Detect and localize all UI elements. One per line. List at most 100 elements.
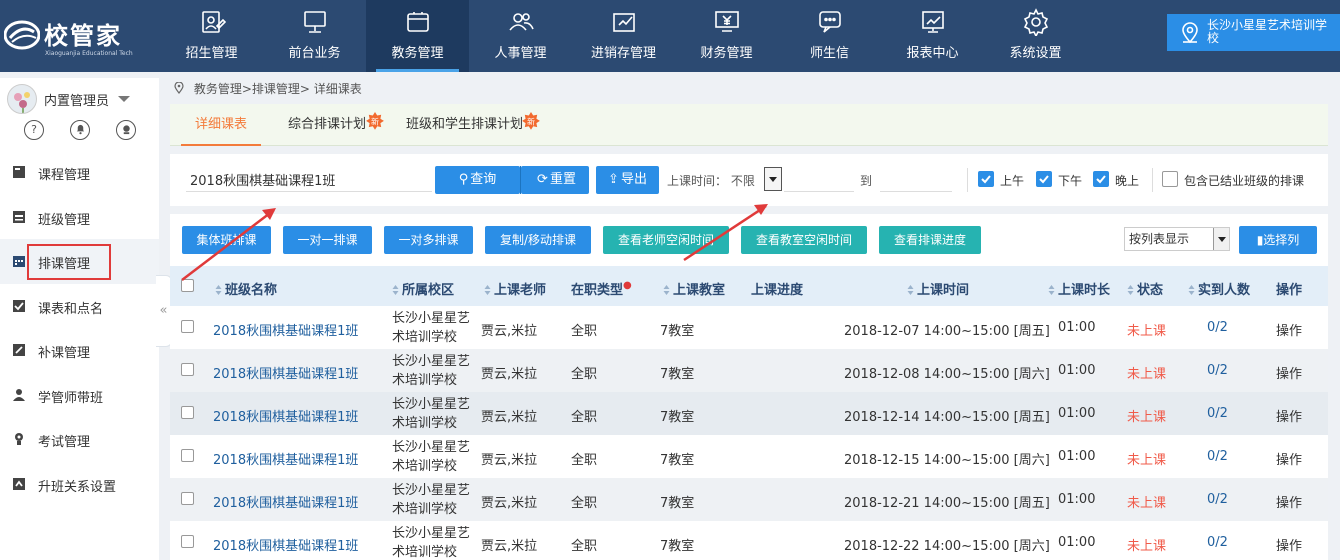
active-nav-indicator — [376, 69, 459, 72]
morning-checkbox[interactable] — [978, 171, 994, 187]
sidebar-item-makeup[interactable]: 补课管理 — [0, 328, 159, 373]
nav-finance[interactable]: 财务管理 — [675, 0, 778, 72]
breadcrumb: 教务管理>排课管理> 详细课表 — [174, 80, 362, 97]
nav-inventory[interactable]: 进销存管理 — [572, 0, 675, 72]
afternoon-checkbox[interactable] — [1036, 171, 1052, 187]
class-name-link[interactable]: 2018秋围棋基础课程1班 — [213, 492, 358, 511]
column-header-teacher[interactable]: 上课老师 — [484, 279, 546, 298]
select-columns-button[interactable]: ▮选择列 — [1239, 226, 1317, 254]
nav-hr[interactable]: 人事管理 — [469, 0, 572, 72]
time-cell: 2018-12-07 14:00~15:00 [周五] — [844, 324, 1050, 339]
search-panel: ⚲查询 » ⟳重置 ⇪导出 上课时间： 不限 到 上午 下午 晚上 包含已结业班… — [170, 154, 1328, 206]
nav-reports[interactable]: 报表中心 — [881, 0, 984, 72]
top-navigation-bar: 校管家 Xiaoguanjia Educational Tech 招生管理 前台… — [0, 0, 1340, 72]
row-checkbox[interactable] — [181, 492, 194, 505]
attendance-link[interactable]: 0/2 — [1207, 449, 1228, 464]
classroom-free-time-button[interactable]: 查看教室空闲时间 — [741, 226, 867, 254]
column-header-progress[interactable]: 上课进度 — [751, 279, 803, 298]
sidebar-item-exam[interactable]: 考试管理 — [0, 417, 159, 462]
job-type-cell: 全职 — [571, 453, 598, 468]
sidebar-item-timetable[interactable]: 课表和点名 — [0, 284, 159, 329]
one-to-many-schedule-button[interactable]: 一对多排课 — [384, 226, 473, 254]
view-mode-select[interactable]: 按列表显示 — [1124, 227, 1230, 251]
time-dropdown[interactable] — [764, 167, 782, 191]
divider — [967, 168, 968, 192]
sidebar-item-tutor[interactable]: 学管师带班 — [0, 373, 159, 418]
tutor-icon — [13, 388, 25, 401]
row-ops-menu[interactable]: 操作 — [1276, 406, 1302, 425]
course-icon — [13, 166, 25, 178]
column-header-class-name[interactable]: 班级名称 — [215, 279, 277, 298]
row-checkbox[interactable] — [181, 363, 194, 376]
reset-button[interactable]: ⟳ 重置 — [524, 166, 589, 194]
tab-comprehensive-plan[interactable]: 综合排课计划 — [288, 104, 366, 146]
row-ops-menu[interactable]: 操作 — [1276, 320, 1302, 339]
nav-label: 报表中心 — [906, 46, 959, 61]
row-ops-menu[interactable]: 操作 — [1276, 363, 1302, 382]
column-header-duration[interactable]: 上课时长 — [1048, 279, 1110, 298]
sidebar-item-class[interactable]: 班级管理 — [0, 195, 159, 240]
attendance-link[interactable]: 0/2 — [1207, 363, 1228, 378]
teacher-cell: 贾云,米拉 — [481, 496, 538, 511]
logo[interactable]: 校管家 Xiaoguanjia Educational Tech — [4, 10, 154, 60]
nav-enrollment[interactable]: 招生管理 — [160, 0, 263, 72]
sidebar-menu: 课程管理 班级管理 排课管理 课表和点名 补课管理 学管师带班 考试管理 升班关… — [0, 150, 159, 506]
group-class-schedule-button[interactable]: 集体班排课 — [182, 226, 271, 254]
row-ops-menu[interactable]: 操作 — [1276, 535, 1302, 554]
attendance-link[interactable]: 0/2 — [1207, 492, 1228, 507]
row-checkbox[interactable] — [181, 320, 194, 333]
user-menu-caret-icon[interactable] — [118, 96, 130, 102]
sidebar: 内置管理员 ? 课程管理 班级管理 排课管理 课表和点名 补课管理 学管师带班 … — [0, 78, 159, 560]
start-date-input[interactable] — [784, 168, 854, 192]
include-finished-checkbox[interactable] — [1162, 171, 1178, 187]
tab-detail-schedule[interactable]: 详细课表 — [181, 104, 262, 146]
column-header-time[interactable]: 上课时间 — [907, 279, 969, 298]
search-input[interactable] — [186, 168, 432, 192]
user-name[interactable]: 内置管理员 — [44, 90, 109, 109]
nav-settings[interactable]: 系统设置 — [984, 0, 1087, 72]
column-header-attendance[interactable]: 实到人数 — [1188, 279, 1250, 298]
class-name-link[interactable]: 2018秋围棋基础课程1班 — [213, 535, 358, 554]
nav-academic[interactable]: 教务管理 — [366, 0, 469, 72]
avatar[interactable] — [7, 84, 37, 114]
nav-label: 系统设置 — [1009, 46, 1062, 61]
column-header-campus[interactable]: 所属校区 — [392, 279, 454, 298]
customer-service-icon[interactable] — [116, 120, 136, 140]
row-ops-menu[interactable]: 操作 — [1276, 492, 1302, 511]
class-name-link[interactable]: 2018秋围棋基础课程1班 — [213, 320, 358, 339]
attendance-link[interactable]: 0/2 — [1207, 535, 1228, 550]
attendance-link[interactable]: 0/2 — [1207, 406, 1228, 421]
sidebar-item-upgrade[interactable]: 升班关系设置 — [0, 462, 159, 507]
status-badge: 未上课 — [1127, 539, 1167, 554]
column-header-status[interactable]: 状态 — [1127, 279, 1163, 298]
class-name-link[interactable]: 2018秋围棋基础课程1班 — [213, 449, 358, 468]
evening-checkbox[interactable] — [1093, 171, 1109, 187]
job-type-cell: 全职 — [571, 539, 598, 554]
sidebar-item-scheduling[interactable]: 排课管理 — [0, 239, 159, 284]
query-button[interactable]: ⚲ 查询 — [435, 166, 520, 194]
sidebar-item-course[interactable]: 课程管理 — [0, 150, 159, 195]
row-checkbox[interactable] — [181, 535, 194, 548]
nav-messages[interactable]: 师生信 — [778, 0, 881, 72]
export-button[interactable]: ⇪ 导出 — [596, 166, 659, 194]
row-checkbox[interactable] — [181, 449, 194, 462]
help-icon[interactable]: ? — [24, 120, 44, 140]
row-checkbox[interactable] — [181, 406, 194, 419]
tab-class-student-plan[interactable]: 班级和学生排课计划 — [406, 104, 523, 146]
notification-bell-icon[interactable] — [70, 120, 90, 140]
row-ops-menu[interactable]: 操作 — [1276, 449, 1302, 468]
nav-front-desk[interactable]: 前台业务 — [263, 0, 366, 72]
one-to-one-schedule-button[interactable]: 一对一排课 — [283, 226, 372, 254]
sidebar-item-label: 学管师带班 — [38, 390, 104, 406]
column-header-classroom[interactable]: 上课教室 — [663, 279, 725, 298]
attendance-link[interactable]: 0/2 — [1207, 320, 1228, 335]
schedule-progress-button[interactable]: 查看排课进度 — [879, 226, 981, 254]
school-selector-button[interactable]: 长沙小星星艺术培训学校 — [1167, 14, 1340, 51]
copy-move-schedule-button[interactable]: 复制/移动排课 — [485, 226, 591, 254]
column-header-job-type[interactable]: 在职类型● — [571, 279, 632, 298]
class-name-link[interactable]: 2018秋围棋基础课程1班 — [213, 363, 358, 382]
select-all-checkbox[interactable] — [181, 279, 194, 292]
teacher-free-time-button[interactable]: 查看老师空闲时间 — [603, 226, 729, 254]
class-name-link[interactable]: 2018秋围棋基础课程1班 — [213, 406, 358, 425]
end-date-input[interactable] — [880, 168, 952, 192]
